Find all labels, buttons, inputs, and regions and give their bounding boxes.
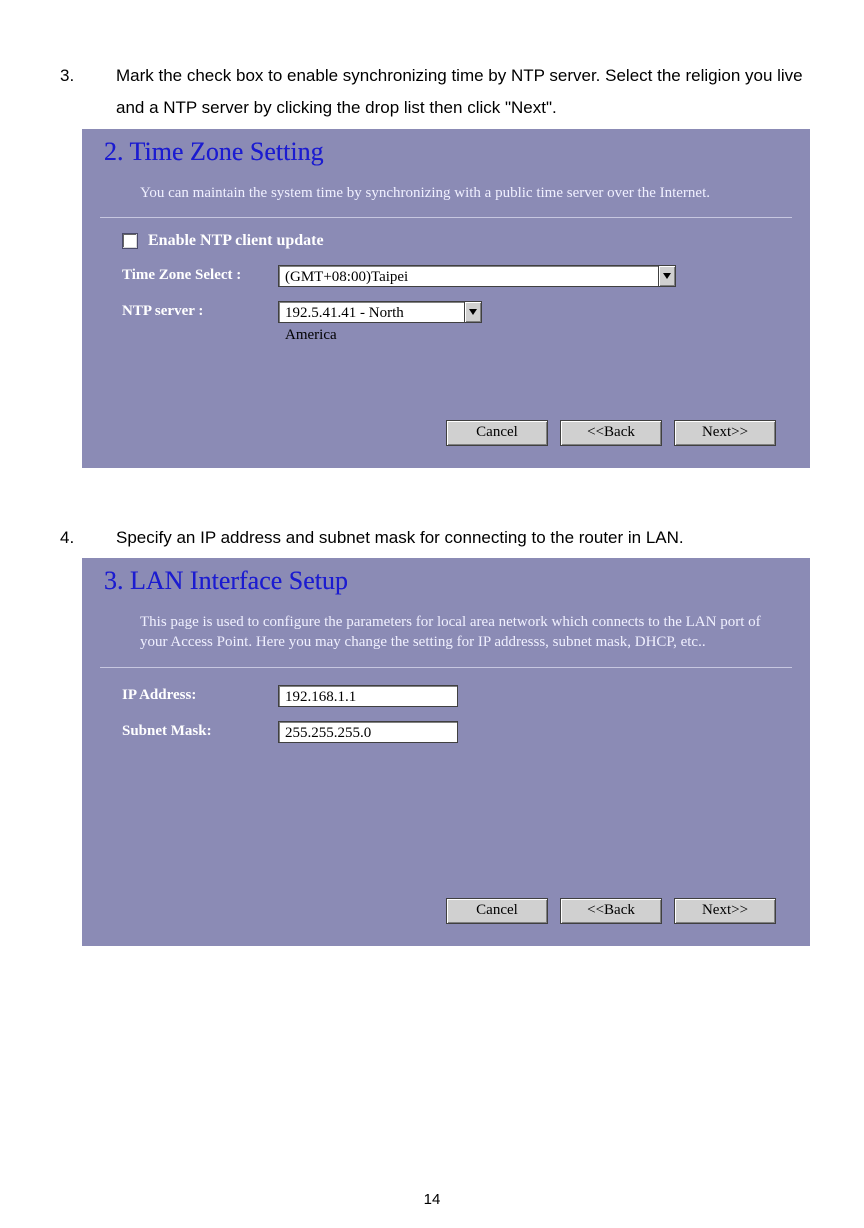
ntp-server-select[interactable]: 192.5.41.41 - North America bbox=[278, 301, 482, 323]
ip-address-label: IP Address: bbox=[122, 687, 278, 704]
next-button[interactable]: Next>> bbox=[674, 898, 776, 924]
step-text: Specify an IP address and subnet mask fo… bbox=[116, 522, 814, 554]
panel-description: This page is used to configure the param… bbox=[100, 612, 792, 668]
subnet-mask-field[interactable]: 255.255.255.0 bbox=[278, 721, 458, 743]
subnet-mask-label: Subnet Mask: bbox=[122, 723, 278, 740]
cancel-button[interactable]: Cancel bbox=[446, 898, 548, 924]
ip-address-field[interactable]: 192.168.1.1 bbox=[278, 685, 458, 707]
timezone-select[interactable]: (GMT+08:00)Taipei bbox=[278, 265, 676, 287]
step-number: 3. bbox=[60, 60, 116, 125]
step-3: 3. Mark the check box to enable synchron… bbox=[60, 60, 814, 125]
button-row: Cancel <<Back Next>> bbox=[82, 406, 810, 468]
back-button[interactable]: <<Back bbox=[560, 898, 662, 924]
step-4: 4. Specify an IP address and subnet mask… bbox=[60, 522, 814, 554]
enable-ntp-label: Enable NTP client update bbox=[148, 232, 324, 250]
page-number: 14 bbox=[0, 1191, 864, 1208]
next-button[interactable]: Next>> bbox=[674, 420, 776, 446]
ntp-server-label: NTP server : bbox=[122, 303, 278, 320]
lan-panel: 3. LAN Interface Setup This page is used… bbox=[82, 558, 810, 946]
button-row: Cancel <<Back Next>> bbox=[82, 884, 810, 946]
panel-heading: 3. LAN Interface Setup bbox=[82, 558, 810, 612]
step-text: Mark the check box to enable synchronizi… bbox=[116, 60, 814, 125]
panel-heading: 2. Time Zone Setting bbox=[82, 129, 810, 183]
chevron-down-icon[interactable] bbox=[464, 301, 482, 323]
timezone-panel: 2. Time Zone Setting You can maintain th… bbox=[82, 129, 810, 468]
timezone-value: (GMT+08:00)Taipei bbox=[278, 265, 658, 287]
ntp-server-value: 192.5.41.41 - North America bbox=[278, 301, 464, 323]
timezone-label: Time Zone Select : bbox=[122, 267, 278, 284]
panel-description: You can maintain the system time by sync… bbox=[100, 183, 792, 218]
step-number: 4. bbox=[60, 522, 116, 554]
back-button[interactable]: <<Back bbox=[560, 420, 662, 446]
enable-ntp-checkbox[interactable] bbox=[122, 233, 138, 249]
chevron-down-icon[interactable] bbox=[658, 265, 676, 287]
cancel-button[interactable]: Cancel bbox=[446, 420, 548, 446]
